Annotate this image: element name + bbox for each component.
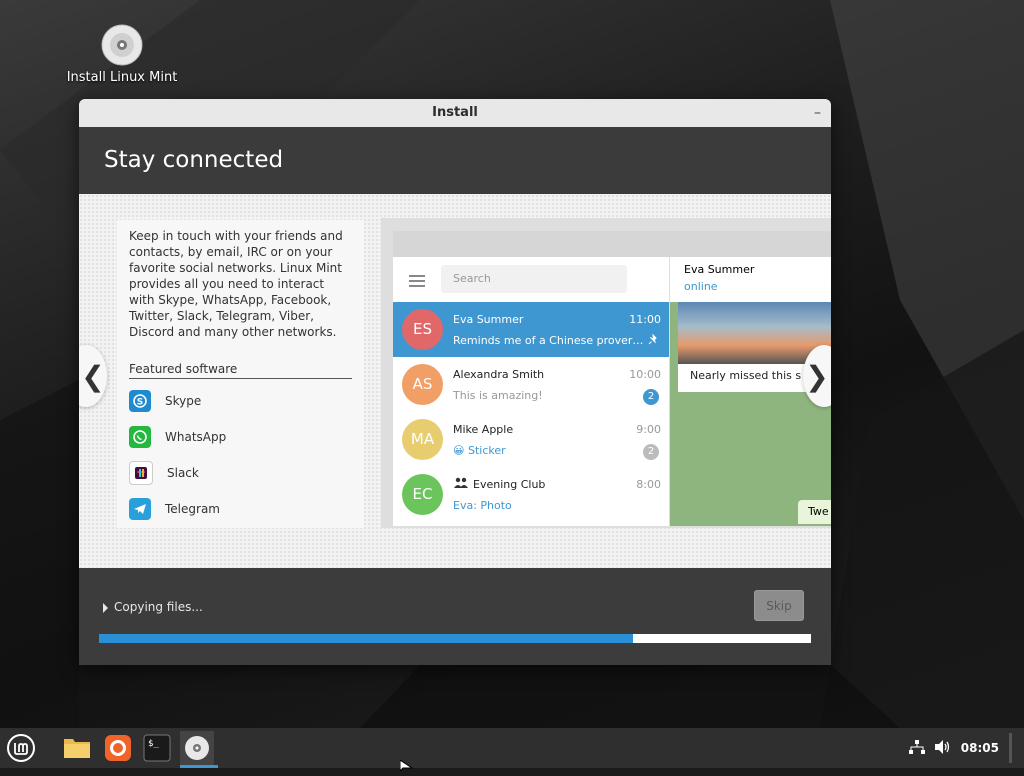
featured-item-skype: S Skype <box>129 383 364 419</box>
expander-triangle-icon <box>103 602 108 613</box>
desktop-icon-install-linux-mint[interactable]: Install Linux Mint <box>62 24 182 85</box>
svg-text:S: S <box>137 398 143 408</box>
chat-time: 8:00 <box>636 478 661 491</box>
avatar: AS <box>402 364 443 405</box>
featured-item-slack: Slack <box>129 455 364 491</box>
featured-software-list: S Skype WhatsApp Slack Telegram <box>129 383 364 527</box>
slide-description: Keep in touch with your friends and cont… <box>129 229 343 339</box>
desktop-icon-label: Install Linux Mint <box>66 70 178 85</box>
telegram-search-field: Search <box>441 265 627 293</box>
avatar: MA <box>402 419 443 460</box>
files-launcher[interactable] <box>60 731 94 765</box>
featured-item-label: Skype <box>165 394 202 408</box>
group-icon <box>453 477 469 492</box>
skype-icon: S <box>129 390 151 412</box>
firefox-icon <box>105 735 131 761</box>
contact-status: online <box>684 280 718 293</box>
unread-badge: 2 <box>643 389 659 405</box>
system-tray: 08:05 <box>899 728 1012 768</box>
install-window: Install – Stay connected Keep in touch w… <box>79 99 831 665</box>
chat-row: AS Alexandra Smith This is amazing! 10:0… <box>393 357 669 412</box>
featured-item-label: Slack <box>167 466 199 480</box>
featured-item-telegram: Telegram <box>129 491 364 527</box>
conversation-header: Eva Summer online <box>670 257 831 302</box>
telegram-icon <box>129 498 151 520</box>
chat-message: 😀 Sticker <box>453 444 506 457</box>
window-title: Install <box>432 105 478 120</box>
disc-icon <box>101 24 143 66</box>
network-icon[interactable] <box>908 739 925 757</box>
info-panel: Keep in touch with your friends and cont… <box>117 220 364 528</box>
chat-name: Eva Summer <box>453 313 524 326</box>
telegram-screenshot: Search ES Eva Summer Reminds me of a Chi… <box>393 231 831 526</box>
chat-name: Mike Apple <box>453 423 514 436</box>
slideshow: Keep in touch with your friends and cont… <box>79 194 831 568</box>
chat-row: MA Mike Apple 😀 Sticker 9:00 2 <box>393 412 669 467</box>
installer-taskbar-button[interactable] <box>180 731 218 768</box>
mint-menu-button[interactable] <box>4 731 38 765</box>
chat-message: Eva: Photo <box>453 499 512 512</box>
taskbar: $_ 08:05 <box>0 728 1024 768</box>
terminal-launcher[interactable]: $_ <box>140 731 174 765</box>
linux-mint-logo-icon <box>7 734 35 762</box>
chat-time: 10:00 <box>629 368 661 381</box>
progress-area: Copying files... Skip <box>79 568 831 665</box>
featured-item-label: Telegram <box>165 502 220 516</box>
clock[interactable]: 08:05 <box>961 741 999 755</box>
contact-name: Eva Summer <box>684 263 755 276</box>
featured-item-whatsapp: WhatsApp <box>129 419 364 455</box>
previous-slide-button[interactable]: ❮ <box>79 345 107 407</box>
chat-row: ES Eva Summer Reminds me of a Chinese pr… <box>393 302 669 357</box>
telegram-search-row: Search <box>393 257 669 302</box>
slack-icon <box>129 461 153 485</box>
featured-software-title: Featured software <box>129 362 352 379</box>
avatar: ES <box>402 309 443 350</box>
progress-status[interactable]: Copying files... <box>103 600 203 614</box>
firefox-launcher[interactable] <box>101 731 135 765</box>
chat-time: 9:00 <box>636 423 661 436</box>
show-desktop-button[interactable] <box>1009 733 1012 763</box>
folder-icon <box>64 739 90 758</box>
volume-icon[interactable] <box>934 739 951 757</box>
chat-name: Evening Club <box>473 478 546 491</box>
chat-row: EC Evening Club Eva: Photo 8:00 <box>393 467 669 522</box>
progress-bar-fill <box>99 634 633 643</box>
mouse-pointer-icon <box>399 757 414 776</box>
message-bubble: Twe <box>798 500 831 524</box>
hamburger-menu-icon <box>409 275 425 290</box>
telegram-titlebar <box>393 231 831 257</box>
chevron-right-icon: ❯ <box>805 359 829 393</box>
unread-badge: 2 <box>643 444 659 460</box>
avatar: EC <box>402 474 443 515</box>
telegram-chat-list: Search ES Eva Summer Reminds me of a Chi… <box>393 257 669 526</box>
chat-message: Reminds me of a Chinese prover… <box>453 334 643 347</box>
skip-button[interactable]: Skip <box>754 590 804 621</box>
svg-text:$_: $_ <box>148 739 159 749</box>
chat-message: This is amazing! <box>453 389 543 402</box>
terminal-icon: $_ <box>143 734 171 762</box>
chat-time: 11:00 <box>629 313 661 326</box>
whatsapp-icon <box>129 426 151 448</box>
disc-icon <box>185 736 209 760</box>
progress-status-text: Copying files... <box>114 600 203 614</box>
pin-icon <box>645 333 661 350</box>
window-titlebar[interactable]: Install – <box>79 99 831 127</box>
minimize-button[interactable]: – <box>814 99 821 127</box>
progress-bar <box>99 634 811 643</box>
chevron-left-icon: ❮ <box>81 359 105 393</box>
chat-name: Alexandra Smith <box>453 368 545 381</box>
featured-item-label: WhatsApp <box>165 430 227 444</box>
slide-header: Stay connected <box>79 127 831 194</box>
